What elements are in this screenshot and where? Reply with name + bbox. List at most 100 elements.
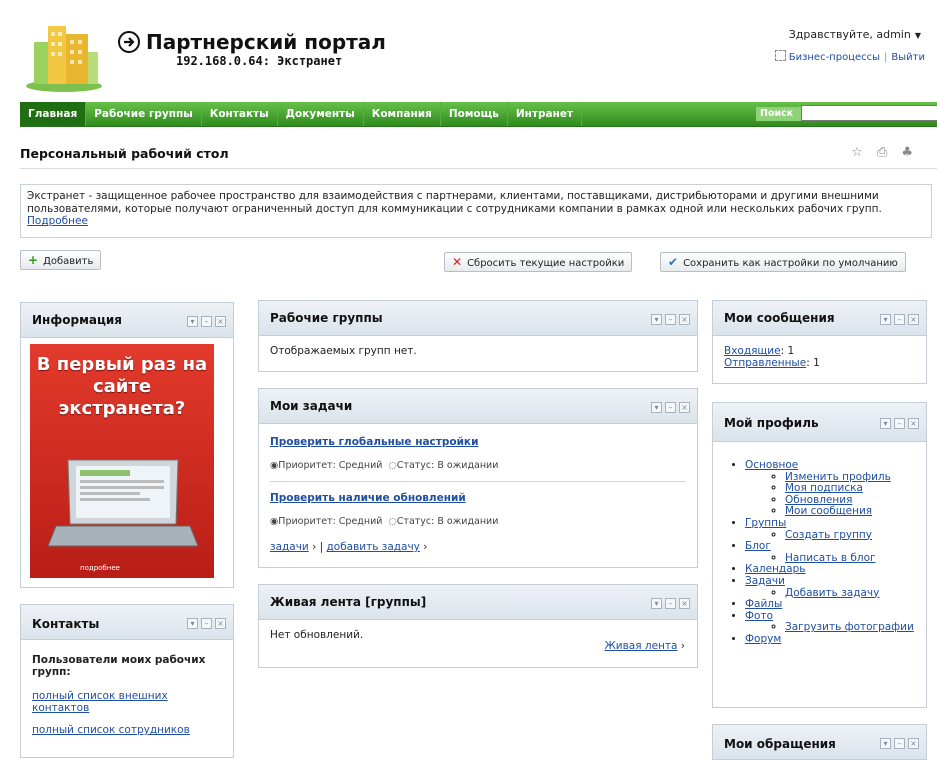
gadget-body: Проверить глобальные настройки ◉Приорите… bbox=[259, 424, 697, 562]
nav-item-company[interactable]: Компания bbox=[364, 102, 441, 126]
task-item: Проверить глобальные настройки ◉Приорите… bbox=[270, 436, 686, 471]
save-default-button[interactable]: ✔ Сохранить как настройки по умолчанию bbox=[660, 252, 906, 272]
logout-link[interactable]: Выйти bbox=[891, 52, 925, 63]
create-group-link[interactable]: Создать группу bbox=[785, 529, 872, 541]
gadget-header[interactable]: Мой профиль ▾ – × bbox=[713, 403, 926, 442]
minimize-icon[interactable]: – bbox=[894, 738, 905, 749]
gadget-header[interactable]: Мои задачи ▾ – × bbox=[259, 389, 697, 424]
gadget-controls: ▾ – × bbox=[648, 400, 690, 413]
upload-photo-link[interactable]: Загрузить фотографии bbox=[785, 621, 914, 634]
my-messages-link[interactable]: Мои сообщения bbox=[785, 505, 872, 518]
extranet-ad-banner[interactable]: В первый раз на сайте экстранета? подроб… bbox=[30, 344, 214, 578]
reset-settings-button[interactable]: ✕ Сбросить текущие настройки bbox=[444, 252, 633, 272]
list-item: Создать группу bbox=[785, 529, 922, 542]
gadget-header[interactable]: Контакты ▾ – × bbox=[21, 605, 233, 640]
add-task-link[interactable]: добавить задачу bbox=[327, 541, 420, 553]
close-icon[interactable]: × bbox=[215, 316, 226, 327]
external-contacts-link[interactable]: полный список внешних контактов bbox=[32, 690, 168, 714]
gadget-header[interactable]: Рабочие группы ▾ – × bbox=[259, 301, 697, 336]
settings-icon[interactable]: ▾ bbox=[880, 314, 891, 325]
write-blog-link[interactable]: Написать в блог bbox=[785, 552, 876, 564]
sent-link[interactable]: Отправленные bbox=[724, 357, 806, 369]
calendar-link[interactable]: Календарь bbox=[745, 563, 805, 576]
task-link[interactable]: Проверить наличие обновлений bbox=[270, 492, 466, 504]
profile-menu: Основное Изменить профиль Моя подписка О… bbox=[717, 459, 922, 646]
header: Партнерский портал 192.168.0.64: Экстран… bbox=[0, 0, 937, 100]
gadget-tasks: Мои задачи ▾ – × Проверить глобальные наст… bbox=[258, 388, 698, 568]
minimize-icon[interactable]: – bbox=[894, 418, 905, 429]
updates-link[interactable]: Обновления bbox=[785, 494, 852, 506]
inbox-link[interactable]: Входящие bbox=[724, 345, 781, 357]
business-processes-link[interactable]: Бизнес-процессы bbox=[789, 52, 880, 63]
user-greeting[interactable]: Здравствуйте, admin ▼ bbox=[789, 28, 921, 41]
nav-item-contacts[interactable]: Контакты bbox=[202, 102, 278, 126]
gadget-title: Мой профиль bbox=[724, 416, 819, 430]
minimize-icon[interactable]: – bbox=[665, 314, 676, 325]
groups-link[interactable]: Группы bbox=[745, 517, 786, 529]
nav-item-help[interactable]: Помощь bbox=[441, 102, 508, 126]
print-icon[interactable]: ⎙ bbox=[877, 145, 901, 160]
minimize-icon[interactable]: – bbox=[894, 314, 905, 325]
buildings-logo-icon[interactable] bbox=[24, 22, 102, 92]
search-input[interactable] bbox=[801, 105, 937, 121]
close-icon[interactable]: × bbox=[679, 314, 690, 325]
gadget-title: Мои сообщения bbox=[724, 311, 835, 325]
chevron-down-icon[interactable]: ▼ bbox=[915, 31, 921, 40]
add-task-menu-link[interactable]: Добавить задачу bbox=[785, 587, 879, 599]
settings-icon[interactable]: ▾ bbox=[187, 618, 198, 629]
list-item: Добавить задачу bbox=[785, 587, 922, 600]
forum-link[interactable]: Форум bbox=[745, 633, 781, 645]
portal-subtitle: 192.168.0.64: Экстранет bbox=[176, 54, 343, 68]
edit-profile-link[interactable]: Изменить профиль bbox=[785, 471, 891, 483]
minimize-icon[interactable]: – bbox=[201, 316, 212, 327]
list-item: Мои сообщения bbox=[785, 506, 922, 518]
close-icon[interactable]: × bbox=[215, 618, 226, 629]
livefeed-link[interactable]: Живая лента bbox=[604, 640, 677, 652]
gadget-header[interactable]: Живая лента [группы] ▾ – × bbox=[259, 585, 697, 620]
nav-item-intranet[interactable]: Интранет bbox=[508, 102, 583, 126]
photo-link[interactable]: Фото bbox=[745, 610, 773, 622]
blog-link[interactable]: Блог bbox=[745, 540, 771, 552]
ad-more[interactable]: подробнее bbox=[80, 564, 120, 572]
search-label: Поиск bbox=[756, 107, 804, 121]
close-icon[interactable]: × bbox=[908, 738, 919, 749]
nav-item-documents[interactable]: Документы bbox=[278, 102, 364, 126]
minimize-icon[interactable]: – bbox=[665, 598, 676, 609]
list-item: Фото Загрузить фотографии bbox=[745, 610, 922, 634]
close-icon[interactable]: × bbox=[679, 598, 690, 609]
settings-icon[interactable]: ▾ bbox=[651, 314, 662, 325]
tasks-menu-link[interactable]: Задачи bbox=[745, 575, 785, 587]
minimize-icon[interactable]: – bbox=[201, 618, 212, 629]
minimize-icon[interactable]: – bbox=[665, 402, 676, 413]
page-title: Персональный рабочий стол bbox=[20, 146, 229, 161]
close-icon[interactable]: × bbox=[908, 314, 919, 325]
intro-more-link[interactable]: Подробнее bbox=[27, 215, 88, 227]
gadget-header[interactable]: Мои обращения ▾ – × bbox=[713, 725, 926, 759]
settings-icon[interactable]: ▾ bbox=[651, 598, 662, 609]
settings-icon[interactable]: ▾ bbox=[880, 738, 891, 749]
star-icon[interactable]: ☆ bbox=[851, 145, 877, 160]
settings-icon[interactable]: ▾ bbox=[187, 316, 198, 327]
settings-icon[interactable]: ▾ bbox=[651, 402, 662, 413]
settings-icon[interactable]: ▾ bbox=[880, 418, 891, 429]
close-icon[interactable]: × bbox=[908, 418, 919, 429]
greeting-text: Здравствуйте, admin bbox=[788, 28, 911, 41]
gadget-controls: ▾ – × bbox=[877, 312, 919, 325]
profile-basic-link[interactable]: Основное bbox=[745, 459, 798, 471]
gadget-header[interactable]: Информация ▾ – × bbox=[21, 303, 233, 338]
gadget-contacts: Контакты ▾ – × Пользователи моих рабочих г… bbox=[20, 604, 234, 758]
task-priority: Приоритет: Средний bbox=[278, 516, 383, 527]
gadget-header[interactable]: Мои сообщения ▾ – × bbox=[713, 301, 926, 336]
nav-item-home[interactable]: Главная bbox=[20, 102, 87, 126]
subscription-link[interactable]: Моя подписка bbox=[785, 482, 863, 494]
close-icon[interactable]: × bbox=[679, 402, 690, 413]
add-gadget-button[interactable]: + Добавить bbox=[20, 250, 102, 270]
nav-item-workgroups[interactable]: Рабочие группы bbox=[86, 102, 202, 126]
sitemap-icon[interactable]: ♣ bbox=[901, 145, 927, 160]
employees-link[interactable]: полный список сотрудников bbox=[32, 724, 190, 736]
portal-title[interactable]: Партнерский портал bbox=[146, 30, 386, 54]
status-icon: ◌ bbox=[388, 460, 397, 471]
tasks-link[interactable]: задачи bbox=[270, 541, 309, 553]
task-link[interactable]: Проверить глобальные настройки bbox=[270, 436, 478, 448]
files-link[interactable]: Файлы bbox=[745, 598, 782, 610]
